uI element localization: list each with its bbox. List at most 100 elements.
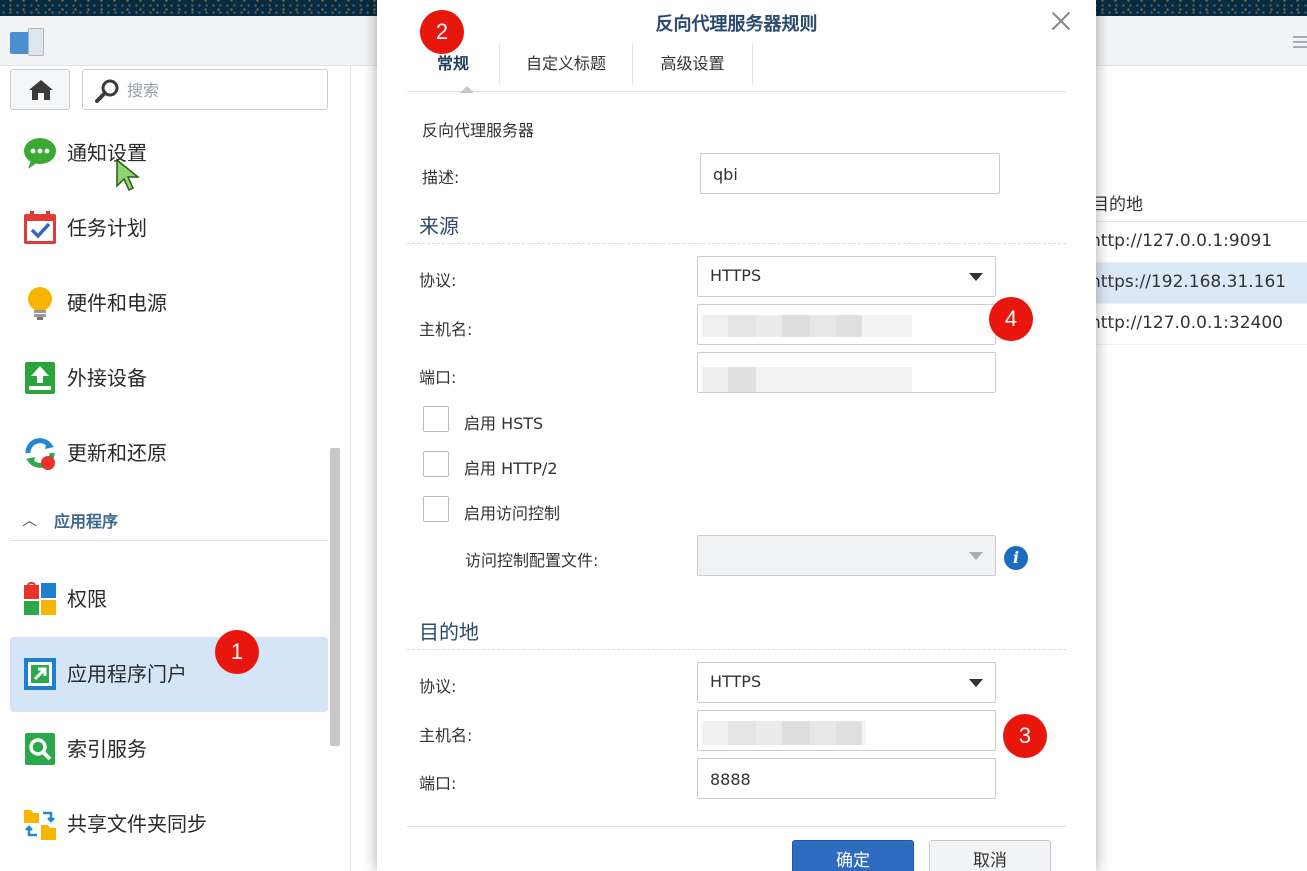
access-profile-select[interactable] <box>697 535 996 576</box>
folder-sync-icon <box>24 810 56 840</box>
tab-advanced-settings[interactable]: 高级设置 <box>633 44 753 84</box>
table-cell: http://127.0.0.1:32400 <box>1096 313 1283 333</box>
close-icon[interactable] <box>1050 10 1072 32</box>
source-section-title: 来源 <box>419 214 459 238</box>
sidebar-item-notifications[interactable]: 通知设置 <box>10 116 328 191</box>
dialog-tabs: 常规 自定义标题 高级设置 <box>407 44 1066 93</box>
cancel-button[interactable]: 取消 <box>929 840 1051 871</box>
redacted-area <box>702 721 866 745</box>
source-hostname-field[interactable] <box>697 304 996 345</box>
destination-port-field[interactable] <box>697 758 996 799</box>
annotation-badge-1: 1 <box>215 630 259 674</box>
chat-bubble-icon <box>24 138 56 169</box>
destination-protocol-select[interactable]: HTTPS <box>697 662 996 703</box>
sidebar-item-hardware-power[interactable]: 硬件和电源 <box>10 266 328 341</box>
annotation-badge-4: 4 <box>989 297 1033 341</box>
access-profile-label: 访问控制配置文件: <box>465 551 599 570</box>
source-port-label: 端口: <box>419 368 457 387</box>
hsts-label: 启用 HSTS <box>464 414 544 433</box>
permissions-grid-icon <box>24 582 56 615</box>
app-portal-icon <box>24 658 56 690</box>
annotation-badge-3: 3 <box>1003 714 1047 758</box>
chevron-down-icon <box>969 552 983 560</box>
sidebar-item-label: 权限 <box>67 587 107 611</box>
sidebar-item-task-scheduler[interactable]: 任务计划 <box>10 191 328 266</box>
column-header-label: 目的地 <box>1092 195 1143 215</box>
destination-port-input[interactable] <box>710 767 970 791</box>
source-protocol-label: 协议: <box>419 271 457 290</box>
source-protocol-value: HTTPS <box>710 266 762 285</box>
search-input[interactable] <box>127 78 317 102</box>
sidebar: 通知设置 任务计划 硬件和电源 外接设备 更新和还原 ︿ 应用程序 权限 应用程… <box>0 116 350 871</box>
destination-port-label: 端口: <box>419 774 457 793</box>
search-index-icon <box>25 733 55 765</box>
redacted-area <box>702 367 912 392</box>
footer-divider <box>407 826 1066 827</box>
source-protocol-select[interactable]: HTTPS <box>697 256 996 297</box>
hsts-checkbox[interactable] <box>423 406 449 432</box>
destination-column-header[interactable]: 目的地 <box>1092 186 1307 222</box>
upload-drive-icon <box>25 362 55 394</box>
table-cell: http://127.0.0.1:9091 <box>1096 231 1273 251</box>
section-divider <box>407 649 1066 650</box>
chevron-down-icon <box>969 273 983 281</box>
table-row[interactable]: http://127.0.0.1:9091 <box>1096 222 1307 263</box>
sidebar-item-label: 任务计划 <box>67 216 147 240</box>
sidebar-item-label: 应用程序门户 <box>67 662 187 686</box>
http2-label: 启用 HTTP/2 <box>464 459 558 478</box>
home-icon <box>29 80 53 100</box>
mouse-cursor-icon <box>116 158 141 192</box>
calendar-check-icon <box>24 211 56 244</box>
description-label: 描述: <box>422 168 460 187</box>
lightbulb-icon <box>28 287 52 320</box>
control-panel-app-icon <box>10 28 44 58</box>
ok-button[interactable]: 确定 <box>792 840 914 871</box>
table-cell: https://192.168.31.161 <box>1096 272 1287 292</box>
info-icon[interactable]: i <box>1004 546 1028 570</box>
http2-checkbox[interactable] <box>423 451 449 477</box>
search-box[interactable] <box>82 69 328 110</box>
chevron-down-icon <box>969 679 983 687</box>
redacted-area <box>702 315 912 337</box>
destination-hostname-field[interactable] <box>697 710 996 751</box>
table-row[interactable]: http://127.0.0.1:32400 <box>1096 304 1307 345</box>
chevron-up-icon: ︿ <box>22 511 38 529</box>
group-label: 反向代理服务器 <box>422 121 535 140</box>
sidebar-item-application-portal[interactable]: 应用程序门户 <box>10 637 328 712</box>
access-control-label: 启用访问控制 <box>464 504 561 523</box>
source-port-field[interactable] <box>697 352 996 393</box>
description-field[interactable] <box>700 153 1000 194</box>
tab-custom-header[interactable]: 自定义标题 <box>500 44 633 84</box>
sidebar-item-external-devices[interactable]: 外接设备 <box>10 341 328 416</box>
reverse-proxy-rule-dialog: 反向代理服务器规则 常规 自定义标题 高级设置 反向代理服务器 描述: 来源 协… <box>377 0 1096 871</box>
destination-section-title: 目的地 <box>419 620 479 644</box>
section-header-label: 应用程序 <box>54 512 119 531</box>
sidebar-item-label: 索引服务 <box>67 737 147 761</box>
destination-protocol-value: HTTPS <box>710 672 762 691</box>
access-control-checkbox[interactable] <box>423 496 449 522</box>
annotation-badge-2: 2 <box>420 10 464 54</box>
sidebar-item-indexing-service[interactable]: 索引服务 <box>10 712 328 787</box>
description-input[interactable] <box>713 162 973 186</box>
menu-icon[interactable] <box>1293 36 1307 48</box>
table-row[interactable]: https://192.168.31.161 <box>1096 263 1307 304</box>
destination-protocol-label: 协议: <box>419 677 457 696</box>
active-tab-indicator <box>460 86 474 93</box>
sidebar-item-label: 更新和还原 <box>67 441 167 465</box>
sidebar-item-label: 硬件和电源 <box>67 291 167 315</box>
sidebar-item-label: 外接设备 <box>67 366 147 390</box>
refresh-icon <box>25 438 55 470</box>
sidebar-item-shared-folder-sync[interactable]: 共享文件夹同步 <box>10 787 328 862</box>
search-icon <box>95 79 119 103</box>
dialog-title: 反向代理服务器规则 <box>655 14 818 35</box>
sidebar-item-permissions[interactable]: 权限 <box>10 562 328 637</box>
sidebar-item-label: 共享文件夹同步 <box>67 812 207 836</box>
sidebar-item-update-restore[interactable]: 更新和还原 <box>10 416 328 491</box>
destination-hostname-label: 主机名: <box>419 726 473 745</box>
sidebar-scrollbar[interactable] <box>330 448 340 746</box>
sidebar-divider <box>350 66 351 871</box>
section-divider <box>407 243 1066 244</box>
section-header-applications[interactable]: ︿ 应用程序 <box>10 501 328 541</box>
source-hostname-label: 主机名: <box>419 320 473 339</box>
home-button[interactable] <box>10 69 70 110</box>
